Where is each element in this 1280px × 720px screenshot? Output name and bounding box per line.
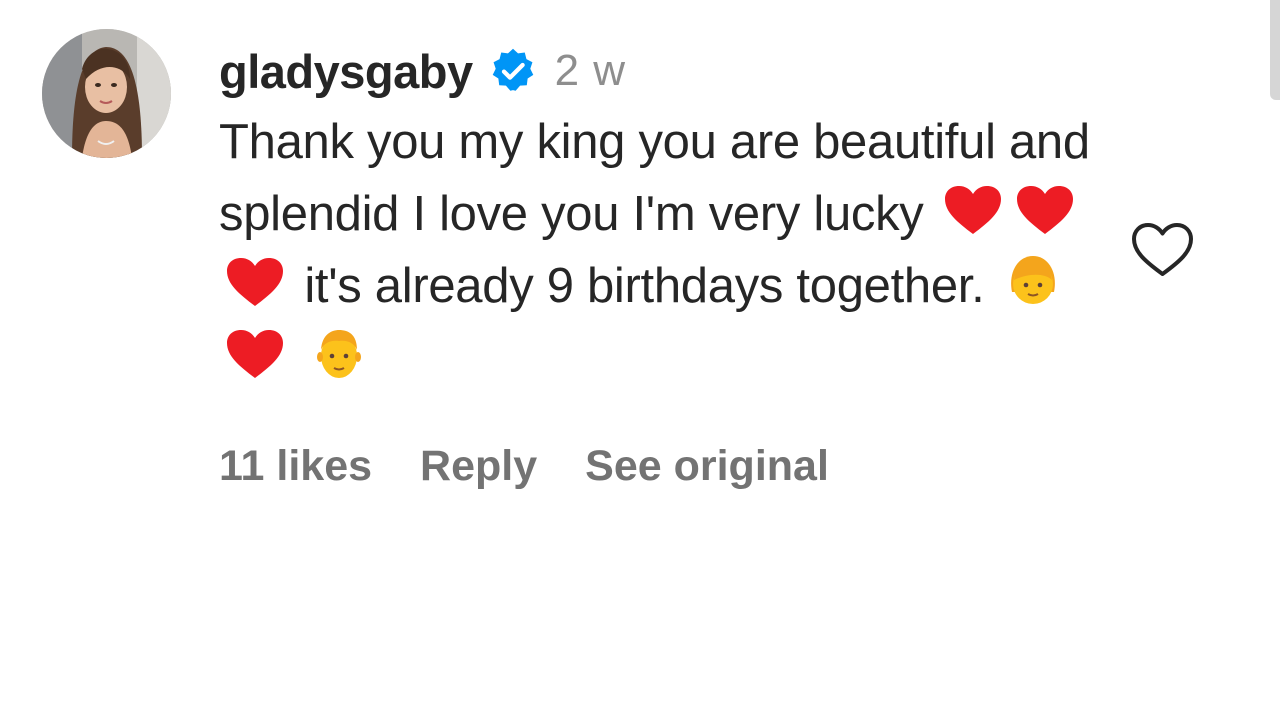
- avatar-photo: [42, 29, 171, 158]
- avatar[interactable]: [42, 29, 171, 158]
- comment-body: gladysgaby 2 w Thank you my king you are…: [219, 36, 1099, 491]
- man-face-icon: [310, 324, 368, 382]
- comment-actions: 11 likes Reply See original: [219, 442, 1099, 491]
- red-heart-icon: [225, 328, 285, 380]
- reply-button[interactable]: Reply: [420, 442, 537, 491]
- likes-count[interactable]: 11 likes: [219, 442, 372, 491]
- username[interactable]: gladysgaby: [219, 44, 473, 99]
- red-heart-icon: [943, 184, 1003, 236]
- red-heart-icon: [1015, 184, 1075, 236]
- comment: gladysgaby 2 w Thank you my king you are…: [0, 0, 1280, 720]
- see-original-button[interactable]: See original: [585, 442, 829, 491]
- comment-text: Thank you my king you are beautiful and …: [219, 106, 1099, 394]
- scrollbar[interactable]: [1270, 0, 1280, 100]
- woman-face-icon: [1004, 252, 1062, 310]
- timestamp[interactable]: 2 w: [555, 46, 626, 96]
- comment-text-part-2: it's already 9 birthdays together.: [304, 259, 985, 313]
- red-heart-icon: [225, 256, 285, 308]
- like-heart-icon[interactable]: [1131, 222, 1194, 278]
- verified-badge-icon: [489, 47, 537, 95]
- comment-header: gladysgaby 2 w: [219, 36, 1099, 106]
